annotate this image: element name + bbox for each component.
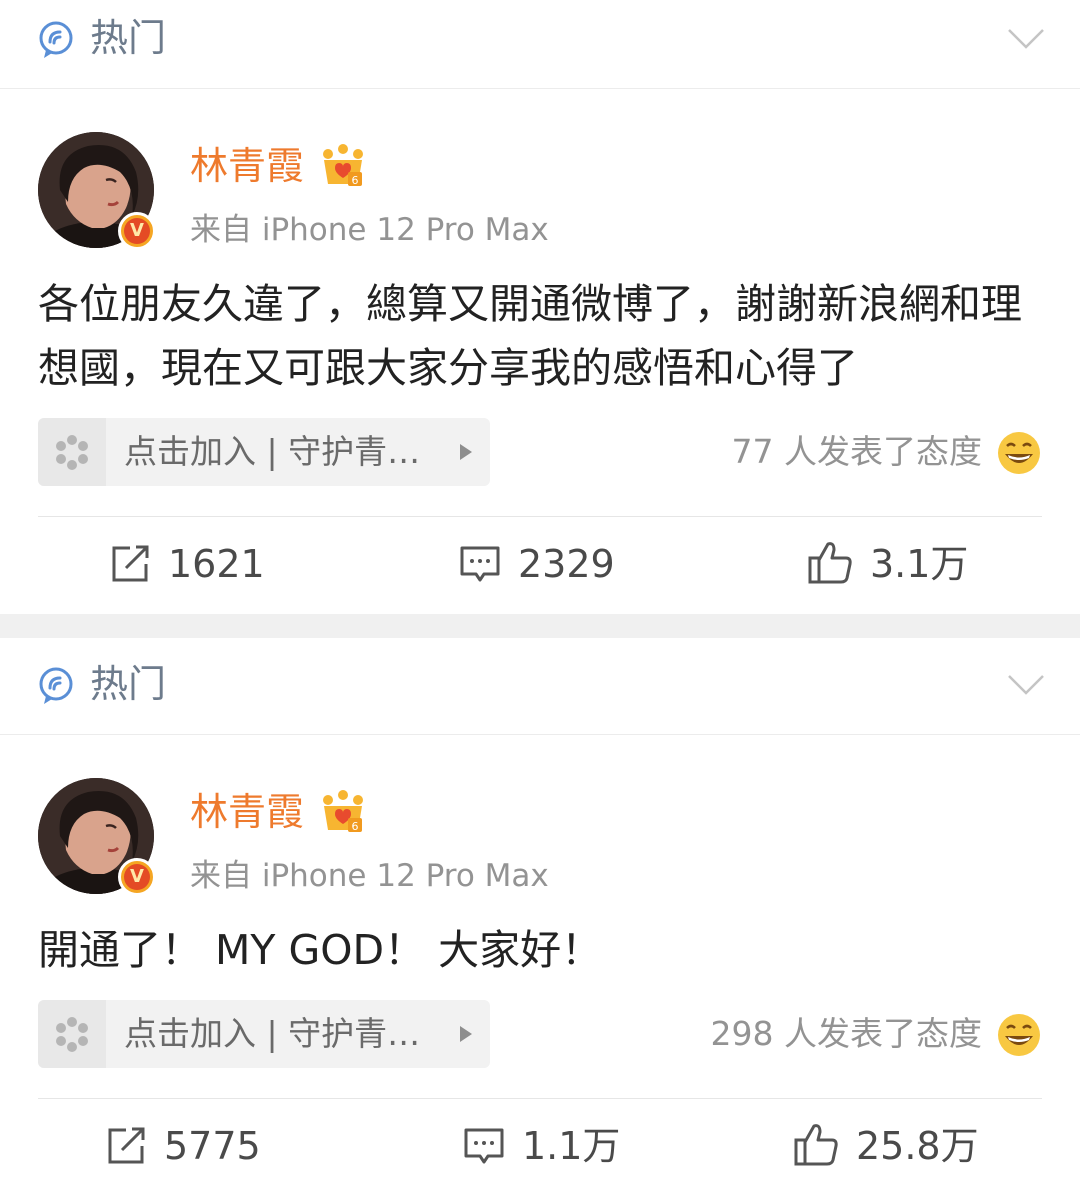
chevron-down-icon[interactable] (1006, 672, 1046, 698)
comment-icon (460, 546, 500, 582)
repost-button[interactable]: 1621 (108, 534, 308, 594)
post-text[interactable]: 開通了！ MY GOD！ 大家好！ (38, 918, 1042, 982)
fan-club-label: 点击加入 | 守护青… (124, 1014, 421, 1053)
fan-club-flower-icon (56, 1017, 88, 1052)
comment-count: 1.1万 (522, 1124, 621, 1168)
like-count: 3.1万 (870, 542, 969, 586)
like-button[interactable]: 25.8万 (792, 1116, 1022, 1176)
fan-club-button[interactable]: 点击加入 | 守护青… (38, 1000, 490, 1068)
comment-button[interactable]: 2329 (458, 534, 658, 594)
thumbs-up-icon (794, 1124, 838, 1166)
post-source: 来自 iPhone 12 Pro Max (190, 212, 549, 248)
chevron-down-icon[interactable] (1006, 26, 1046, 52)
hot-header[interactable]: 热门 (0, 646, 1080, 735)
hot-topic-icon (39, 667, 73, 704)
action-divider (38, 516, 1042, 517)
fan-club-icon-box (38, 418, 106, 486)
repost-button[interactable]: 5775 (104, 1116, 304, 1176)
post-source: 来自 iPhone 12 Pro Max (190, 858, 549, 894)
like-button[interactable]: 3.1万 (806, 534, 1016, 594)
fan-club-button[interactable]: 点击加入 | 守护青… (38, 418, 490, 486)
repost-count: 1621 (168, 542, 265, 586)
repost-icon (108, 1127, 145, 1164)
post-card: 热门 V 林青霞 6 (0, 0, 1080, 614)
hot-header[interactable]: 热门 (0, 0, 1080, 89)
repost-count: 5775 (164, 1124, 261, 1168)
hot-label: 热门 (90, 662, 167, 706)
crown-member-icon[interactable]: 6 (320, 790, 366, 836)
repost-icon (112, 545, 149, 582)
crown-member-icon[interactable]: 6 (320, 144, 366, 190)
comment-icon (464, 1128, 504, 1164)
fan-club-label: 点击加入 | 守护青… (124, 432, 421, 471)
comment-button[interactable]: 1.1万 (462, 1116, 662, 1176)
post-text[interactable]: 各位朋友久違了，總算又開通微博了，謝謝新浪網和理想國，現在又可跟大家分享我的感悟… (38, 272, 1042, 400)
user-name[interactable]: 林青霞 (190, 142, 304, 190)
post-separator (0, 614, 1080, 638)
hot-label: 热门 (90, 16, 167, 60)
fan-club-icon-box (38, 1000, 106, 1068)
weibo-feed: 热门 V 林青霞 6 来自 iPhone 12 Pro Max 各位朋友久違了，… (0, 0, 1080, 1198)
svg-text:6: 6 (352, 174, 359, 187)
post-card: 热门 V 林青霞 6 (0, 638, 1080, 1198)
fan-club-flower-icon (56, 435, 88, 470)
svg-text:6: 6 (352, 820, 359, 833)
grin-emoji-icon[interactable] (996, 430, 1042, 476)
reaction-count[interactable]: 77 人发表了态度 (732, 418, 982, 486)
like-count: 25.8万 (856, 1124, 979, 1168)
user-name[interactable]: 林青霞 (190, 788, 304, 836)
grin-emoji-icon[interactable] (996, 1012, 1042, 1058)
reaction-count[interactable]: 298 人发表了态度 (711, 1000, 982, 1068)
comment-count: 2329 (518, 542, 615, 586)
verified-badge: V (118, 858, 156, 896)
play-arrow-icon (460, 444, 472, 460)
thumbs-up-icon (808, 542, 852, 584)
action-divider (38, 1098, 1042, 1099)
hot-topic-icon (39, 21, 73, 58)
play-arrow-icon (460, 1026, 472, 1042)
verified-badge: V (118, 212, 156, 250)
